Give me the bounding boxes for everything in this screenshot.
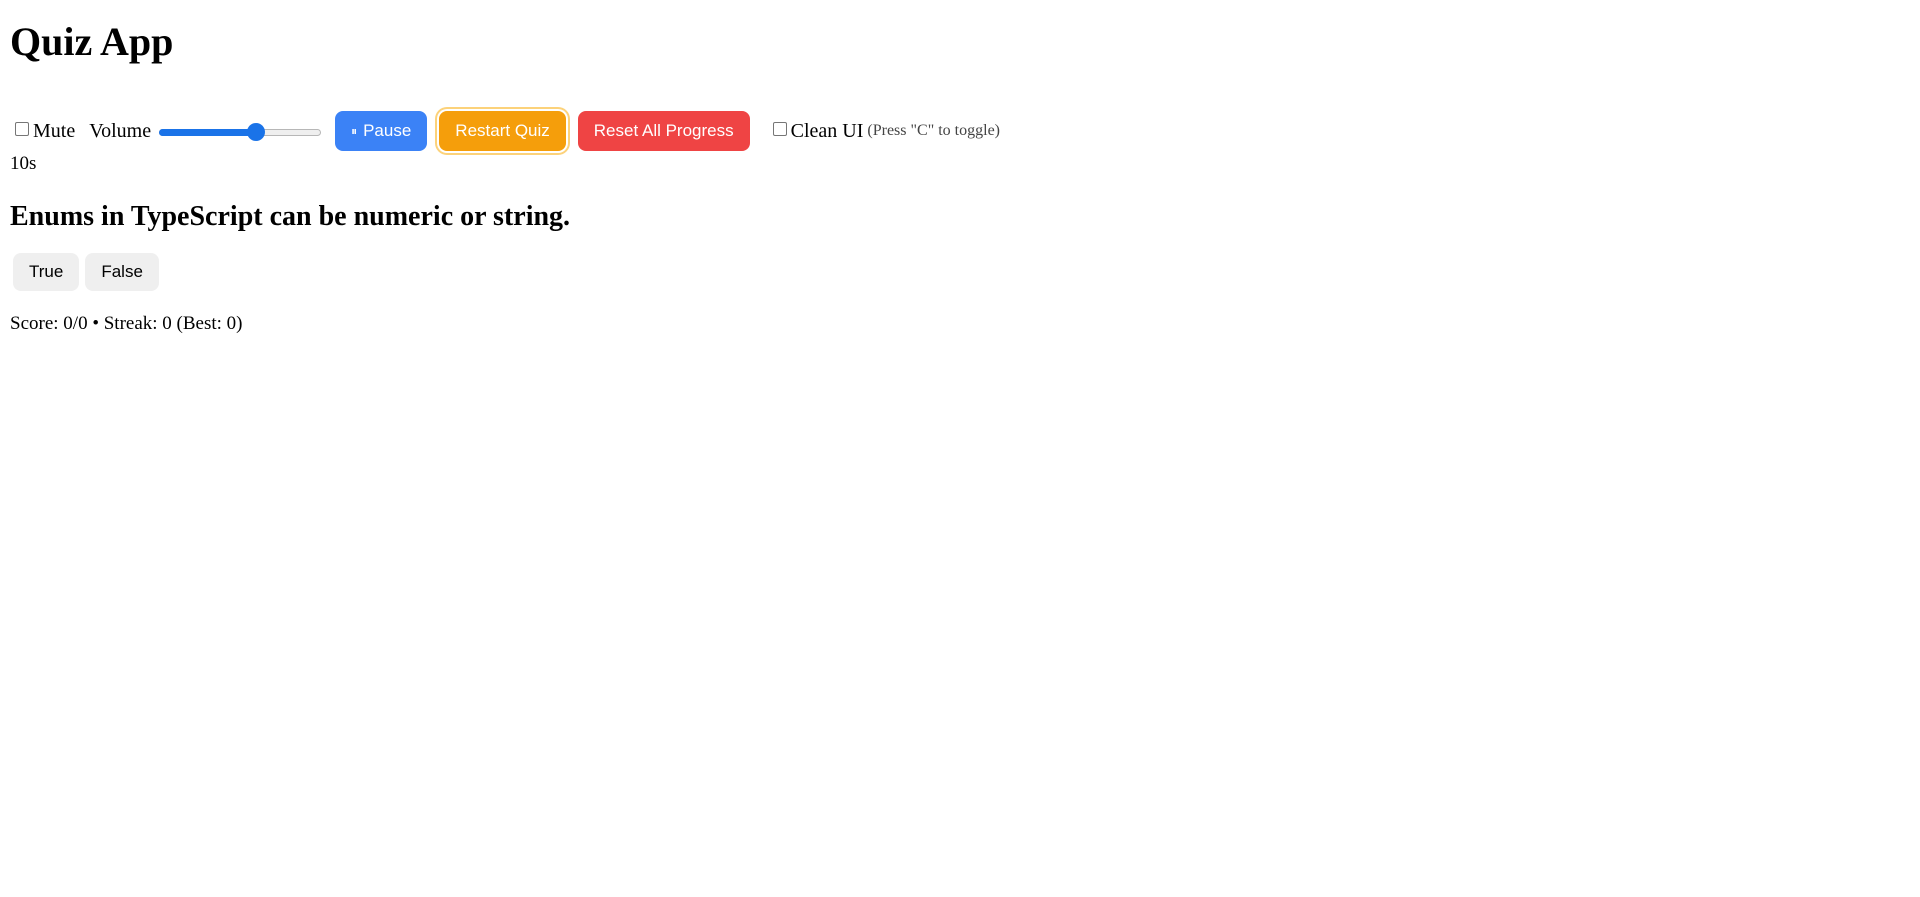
volume-label: Volume: [89, 119, 152, 142]
volume-slider[interactable]: [159, 121, 322, 141]
clean-ui-label: Clean UI: [790, 119, 864, 142]
mute-toggle[interactable]: Mute: [10, 120, 75, 143]
answer-false-button[interactable]: False: [85, 253, 159, 291]
timer-display: 10s: [10, 153, 37, 174]
question-text: Enums in TypeScript can be numeric or st…: [10, 201, 571, 232]
pause-icon: ⏸: [351, 123, 357, 138]
page-title: Quiz App: [10, 19, 174, 64]
answer-true-button[interactable]: True: [13, 253, 80, 291]
restart-quiz-button[interactable]: Restart Quiz: [439, 111, 566, 151]
mute-label: Mute: [33, 119, 76, 142]
score-status: Score: 0/0 • Streak: 0 (Best: 0): [10, 313, 243, 334]
pause-button[interactable]: ⏸ Pause: [335, 111, 428, 151]
controls-bar: Mute Volume ⏸ Pause Restart Quiz Reset A…: [10, 106, 1910, 156]
clean-ui-hint: (Press "C" to toggle): [867, 122, 1000, 139]
clean-ui-toggle[interactable]: Clean UI (Press "C" to toggle): [768, 120, 1000, 143]
mute-checkbox[interactable]: [15, 122, 29, 136]
pause-button-label: Pause: [363, 121, 412, 140]
quiz-app: Quiz App Mute Volume ⏸ Pause Restart Qui…: [0, 0, 1920, 335]
clean-ui-checkbox[interactable]: [772, 122, 787, 136]
answer-options: True False: [10, 253, 1910, 291]
volume-slider-thumb[interactable]: [247, 123, 266, 141]
reset-all-progress-button[interactable]: Reset All Progress: [577, 111, 750, 151]
volume-slider-fill: [159, 129, 257, 136]
